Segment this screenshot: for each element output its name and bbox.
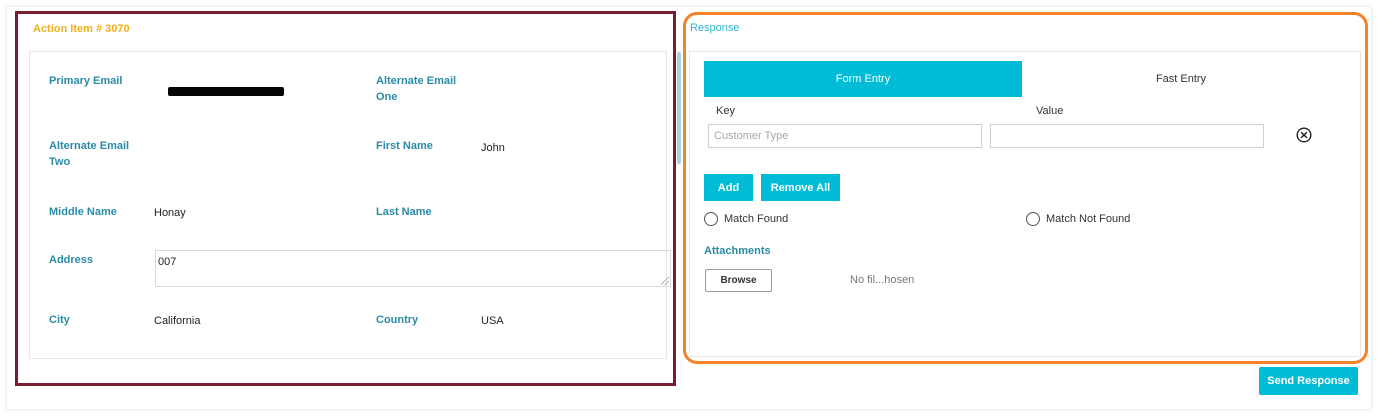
match-found-option[interactable]: Match Found: [704, 212, 788, 226]
primary-email-value-redacted: [168, 87, 284, 96]
country-label: Country: [376, 314, 419, 326]
city-value: California: [154, 315, 201, 327]
action-item-title: Action Item # 3070: [33, 23, 130, 35]
add-button[interactable]: Add: [704, 174, 753, 201]
remove-all-button[interactable]: Remove All: [761, 174, 840, 201]
first-name-value: John: [481, 142, 505, 154]
response-title: Response: [690, 22, 740, 34]
tab-form-entry[interactable]: Form Entry: [704, 61, 1022, 97]
response-card: Form Entry Fast Entry Key Value Add Remo…: [689, 51, 1361, 357]
match-found-label: Match Found: [724, 213, 789, 225]
response-panel: Response Form Entry Fast Entry Key Value…: [683, 12, 1368, 364]
alternate-email-one-label: Alternate Email One: [376, 75, 457, 103]
last-name-label: Last Name: [376, 206, 432, 218]
primary-email-label: Primary Email: [49, 75, 123, 87]
match-not-found-label: Match Not Found: [1046, 213, 1131, 225]
send-response-button[interactable]: Send Response: [1259, 367, 1358, 395]
address-value: 007: [158, 256, 177, 268]
match-found-radio[interactable]: [704, 212, 718, 226]
browse-button[interactable]: Browse: [705, 269, 772, 292]
file-status-text: No fil...hosen: [850, 274, 915, 286]
address-textarea[interactable]: 007: [155, 250, 671, 287]
attachments-label: Attachments: [704, 245, 771, 257]
first-name-label: First Name: [376, 140, 433, 152]
match-not-found-radio[interactable]: [1026, 212, 1040, 226]
details-card: [29, 51, 667, 359]
country-value: USA: [481, 315, 504, 327]
middle-name-value: Honay: [154, 207, 186, 219]
action-item-panel: Action Item # 3070 Primary Email Alterna…: [15, 11, 681, 386]
tab-fast-entry[interactable]: Fast Entry: [1022, 61, 1340, 97]
city-label: City: [49, 314, 70, 326]
key-column-header: Key: [716, 105, 735, 117]
resize-grip-icon[interactable]: [661, 277, 669, 285]
match-not-found-option[interactable]: Match Not Found: [1026, 212, 1130, 226]
scrollbar-thumb[interactable]: [677, 52, 681, 164]
value-input[interactable]: [990, 124, 1264, 148]
close-circle-icon[interactable]: [1296, 127, 1312, 143]
key-input[interactable]: [708, 124, 982, 148]
address-label: Address: [49, 254, 94, 266]
value-column-header: Value: [1036, 105, 1064, 117]
middle-name-label: Middle Name: [49, 206, 117, 218]
alternate-email-two-label: Alternate Email Two: [49, 140, 130, 168]
